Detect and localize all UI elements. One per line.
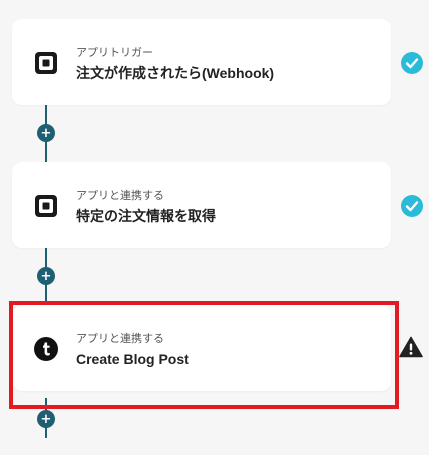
step-title: 注文が作成されたら(Webhook) [76,65,275,81]
square-logo-icon [34,194,58,218]
plus-icon: + [40,268,52,284]
step-title: Create Blog Post [76,351,189,367]
plus-icon: + [40,411,52,427]
plus-icon: + [40,125,52,141]
step-card-get-order[interactable]: アプリと連携する 特定の注文情報を取得 [12,162,391,248]
step-kind-label: アプリと連携する [76,333,164,345]
step-title: 特定の注文情報を取得 [76,208,216,224]
step-kind-label: アプリトリガー [76,47,153,59]
check-circle-icon [401,52,423,74]
step-card-trigger[interactable]: アプリトリガー 注文が作成されたら(Webhook) [12,19,391,105]
workflow-canvas: + + + アプリトリガー 注文が作成されたら(Webhook) アプリと連携す… [0,0,429,455]
add-step-button[interactable]: + [37,124,55,142]
square-logo-icon [34,51,58,75]
step-kind-label: アプリと連携する [76,190,164,202]
step-card-create-blog-post[interactable]: アプリと連携する Create Blog Post [12,305,391,391]
warning-triangle-icon [399,335,423,359]
add-step-button[interactable]: + [37,267,55,285]
tumblr-logo-icon [34,337,58,361]
check-circle-icon [401,195,423,217]
add-step-button[interactable]: + [37,410,55,428]
